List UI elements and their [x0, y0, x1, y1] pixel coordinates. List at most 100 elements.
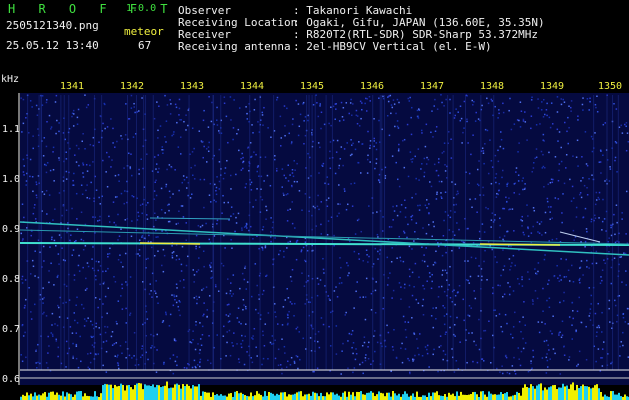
histogram-bar [570, 384, 572, 400]
histogram-bar [610, 391, 612, 400]
histogram-bar [444, 394, 446, 400]
histogram-bar [542, 390, 544, 400]
histogram-bar [584, 386, 586, 400]
histogram-bar [106, 384, 108, 400]
histogram-bar [40, 395, 42, 400]
histogram-bar [308, 393, 310, 400]
histogram-bar [468, 394, 470, 400]
histogram-bar [184, 386, 186, 400]
histogram-bar [302, 396, 304, 400]
histogram-bar [626, 396, 628, 400]
histogram-bar [142, 389, 144, 400]
histogram-bar [224, 395, 226, 400]
noise-streak [314, 95, 316, 370]
histogram-bar [564, 386, 566, 400]
time-tick: 1342 [120, 81, 145, 92]
histogram-bar [342, 392, 344, 400]
histogram-bar [188, 385, 190, 400]
histogram-bar [322, 396, 324, 400]
histogram-bar [282, 392, 284, 400]
histogram-bar [208, 392, 210, 400]
histogram-bar [544, 387, 546, 400]
histogram-bar [482, 391, 484, 400]
time-tick: 1344 [240, 81, 265, 92]
histogram-bar [68, 393, 70, 400]
histogram-bar [112, 388, 114, 400]
histogram-bar [212, 392, 214, 400]
histogram-bar [230, 393, 232, 400]
histogram-bar [204, 391, 206, 400]
noise-streak [452, 95, 454, 370]
histogram-bar [566, 385, 568, 400]
histogram-bar [320, 392, 322, 400]
histogram-bar [388, 392, 390, 400]
histogram-bar [410, 395, 412, 400]
histogram-bar [548, 387, 550, 400]
freq-tick: 1.1 [2, 124, 21, 135]
histogram-bar [344, 391, 346, 400]
histogram-bar [582, 384, 584, 400]
histogram-bar [318, 396, 320, 400]
noise-streak [379, 95, 381, 370]
noise-streak [68, 95, 70, 370]
histogram-bar [88, 396, 90, 400]
histogram-bar [182, 384, 184, 400]
histogram-bar [390, 396, 392, 400]
histogram-bar [412, 393, 414, 400]
histogram-bar [108, 384, 110, 400]
histogram-bar [194, 386, 196, 400]
histogram-bar [354, 396, 356, 400]
antenna-label: Receiving antenna [178, 40, 291, 53]
meteor-count: 67 [138, 39, 152, 52]
histogram-bar [586, 386, 588, 400]
histogram-bar [330, 392, 332, 400]
histogram-bar [86, 395, 88, 400]
histogram-bar [148, 385, 150, 400]
histogram-bar [96, 396, 98, 400]
histogram-bar [602, 396, 604, 400]
histogram-bar [476, 394, 478, 400]
histogram-bar [362, 394, 364, 400]
histogram-bar [94, 391, 96, 400]
histogram-bar [24, 395, 26, 400]
freq-tick: 0.7 [2, 324, 21, 335]
histogram-bar [424, 395, 426, 400]
histogram-bar [428, 392, 430, 400]
histogram-bar [176, 383, 178, 400]
histogram-bar [484, 394, 486, 400]
histogram-bar [52, 391, 54, 400]
histogram-bar [262, 396, 264, 400]
histogram-bar [448, 392, 450, 400]
histogram-bar [338, 395, 340, 400]
histogram-bar [364, 394, 366, 400]
histogram-bar [234, 391, 236, 400]
histogram-bar [552, 385, 554, 400]
signal-highlight [139, 242, 201, 245]
histogram-bar [406, 393, 408, 400]
histogram-bar [380, 392, 382, 400]
histogram-bar [294, 393, 296, 400]
histogram-bar [520, 395, 522, 400]
histogram-bar [310, 395, 312, 400]
histogram-bar [276, 393, 278, 400]
app-version: 1.0.0 [126, 3, 157, 14]
histogram-bar [174, 384, 176, 400]
histogram-bar [66, 392, 68, 400]
histogram-bar [516, 391, 518, 400]
histogram-bar [222, 395, 224, 400]
histogram-bar [180, 388, 182, 400]
histogram-bar [264, 391, 266, 400]
histogram-bar [202, 391, 204, 400]
histogram-bar [328, 394, 330, 400]
histogram-bar [198, 384, 200, 400]
histogram-bar [214, 395, 216, 400]
noise-streak [188, 95, 190, 370]
histogram-bar [170, 387, 172, 400]
noise-streak [381, 95, 383, 370]
histogram-bar [504, 393, 506, 400]
histogram-bar [38, 394, 40, 400]
histogram-bar [558, 387, 560, 400]
histogram-bar [326, 392, 328, 400]
time-tick: 1345 [300, 81, 325, 92]
histogram-bar [604, 394, 606, 400]
